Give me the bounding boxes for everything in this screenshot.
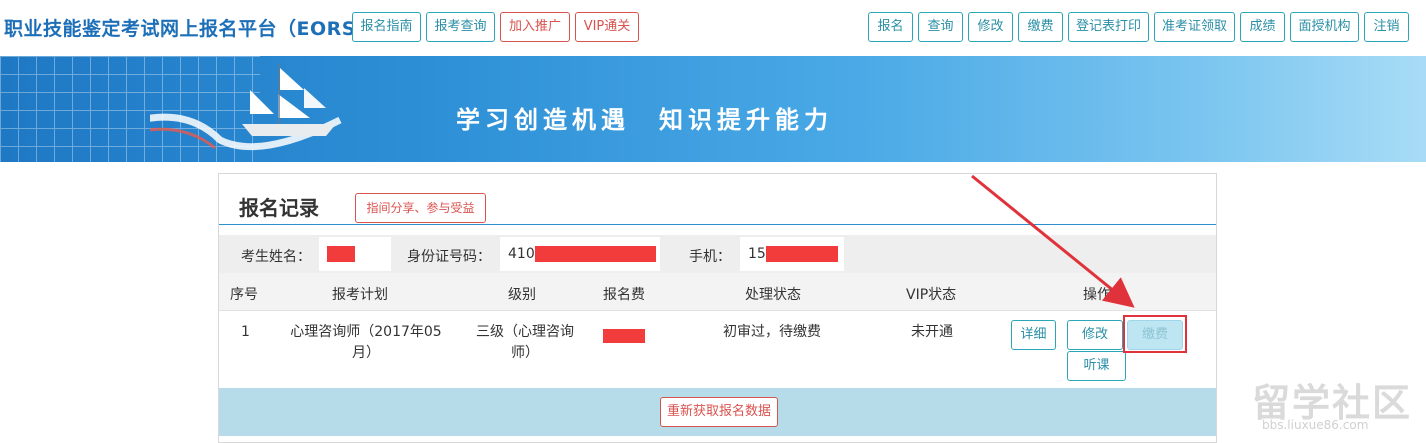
annotation-arrow-icon	[971, 174, 1135, 308]
watermark-url: bbs.liuxue86.com	[1262, 418, 1369, 432]
